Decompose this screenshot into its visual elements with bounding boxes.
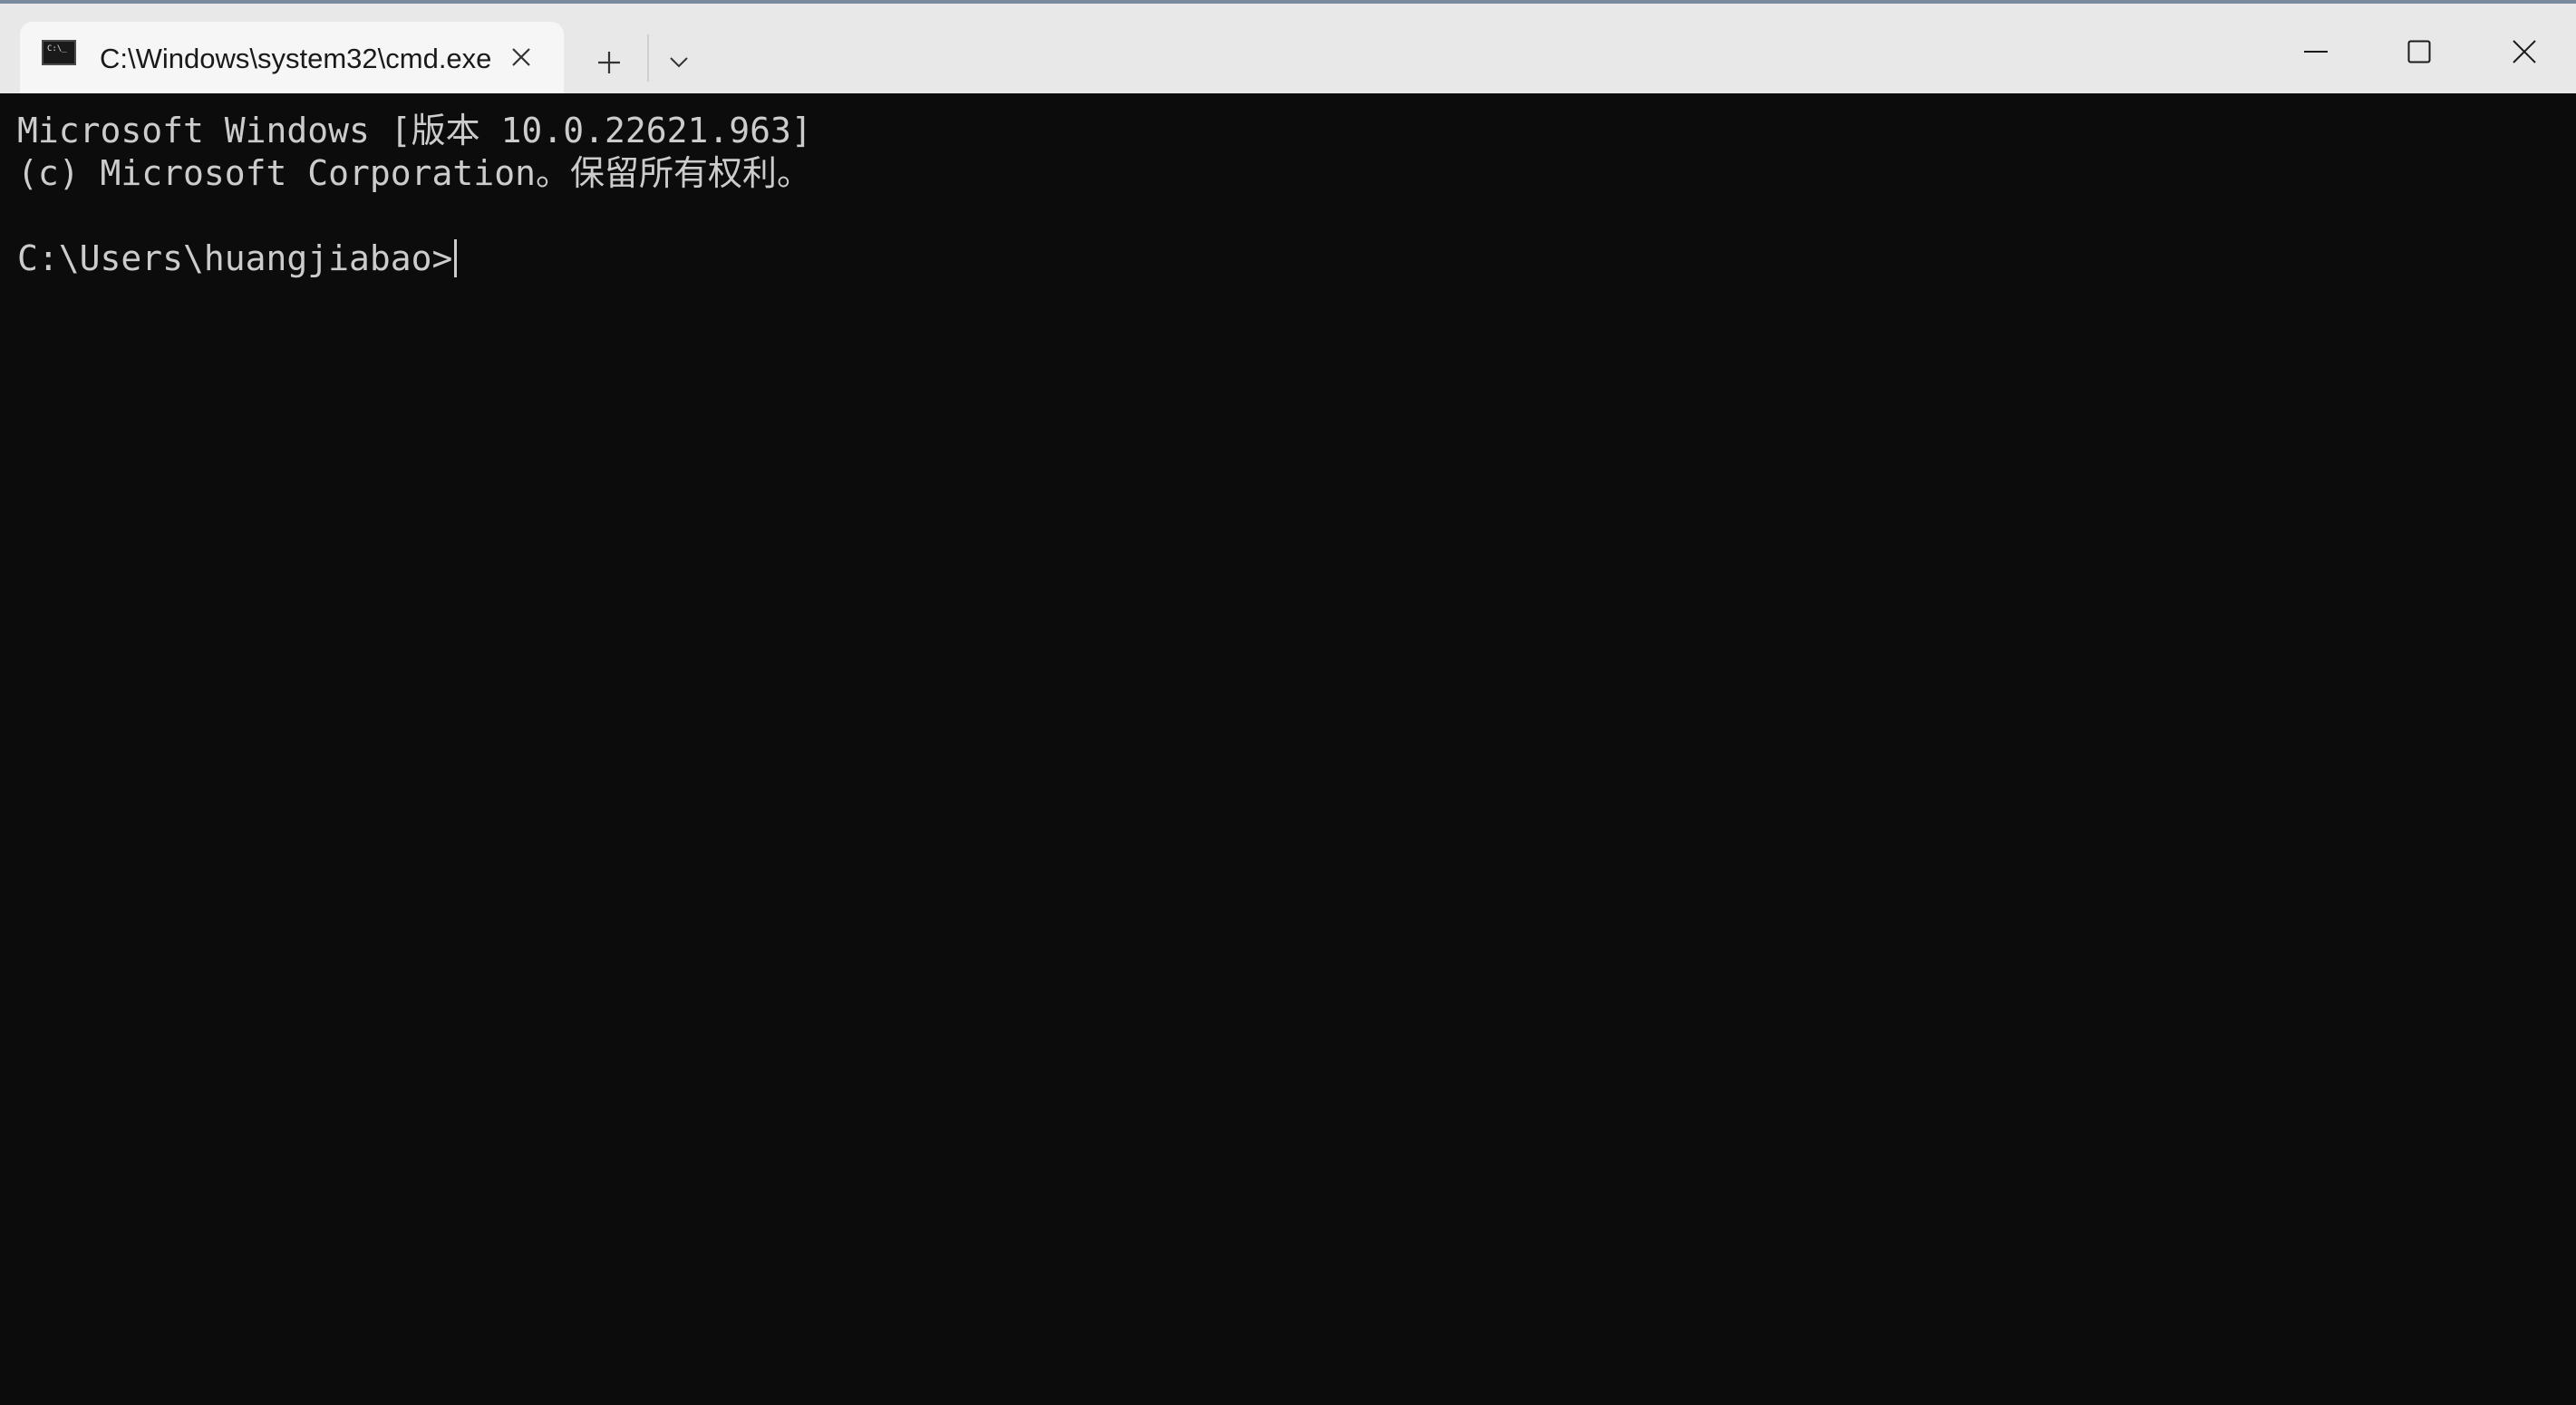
command-prompt: C:\Users\huangjiabao> — [17, 238, 453, 278]
cmd-terminal-icon: C:\_ — [42, 40, 76, 65]
tab-dropdown-button[interactable] — [658, 40, 700, 85]
tab-close-button[interactable] — [504, 40, 538, 74]
window-close-button[interactable] — [2474, 16, 2574, 87]
maximize-button[interactable] — [2369, 16, 2469, 87]
terminal-output[interactable]: Microsoft Windows [版本 10.0.22621.963] (c… — [0, 93, 2576, 1405]
titlebar-divider — [647, 34, 649, 82]
title-bar[interactable]: C:\_ C:\Windows\system32\cmd.exe — [0, 0, 2576, 97]
terminal-prompt-line[interactable]: C:\Users\huangjiabao> — [17, 237, 458, 280]
tab-cmd[interactable]: C:\_ C:\Windows\system32\cmd.exe — [20, 22, 564, 97]
plus-icon — [598, 52, 620, 73]
close-icon — [512, 48, 530, 66]
new-tab-button[interactable] — [584, 40, 634, 85]
terminal-line-copyright: (c) Microsoft Corporation。保留所有权利。 — [17, 153, 811, 193]
terminal-window: C:\_ C:\Windows\system32\cmd.exe Microso… — [0, 0, 2576, 1405]
terminal-line-version: Microsoft Windows [版本 10.0.22621.963] — [17, 111, 812, 150]
minimize-button[interactable] — [2266, 16, 2366, 87]
minimize-icon — [2304, 51, 2328, 53]
maximize-icon — [2407, 40, 2431, 63]
cmd-icon-glyph: C:\_ — [47, 44, 67, 53]
chevron-down-icon — [670, 57, 688, 68]
tab-title: C:\Windows\system32\cmd.exe — [100, 43, 492, 74]
close-icon — [2513, 40, 2536, 63]
text-cursor — [454, 239, 458, 277]
